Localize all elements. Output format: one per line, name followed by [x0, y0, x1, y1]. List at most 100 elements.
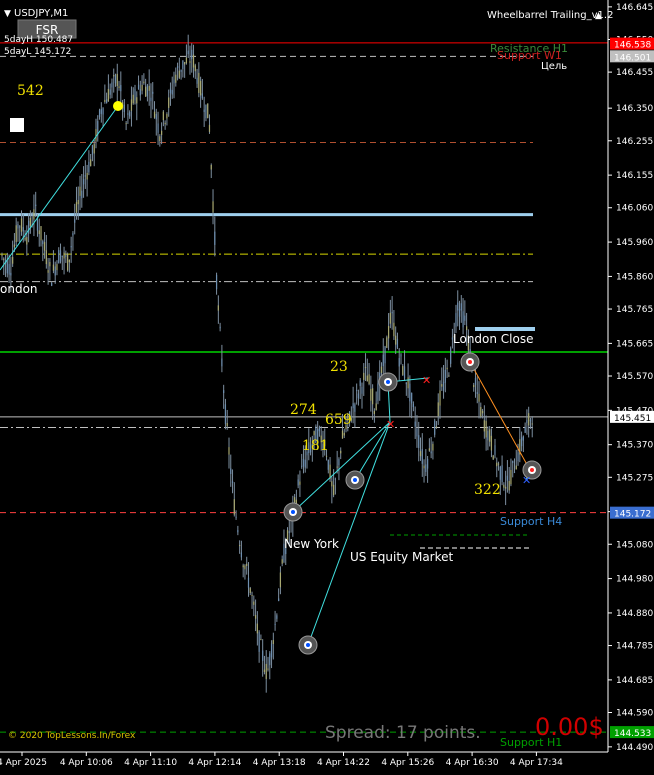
candle-body	[81, 190, 83, 199]
candle-body	[111, 82, 113, 88]
candle-body	[396, 338, 399, 348]
candle-body	[254, 615, 257, 619]
support-h4-label: Support H4	[500, 515, 562, 528]
london-label: ondon	[0, 282, 38, 296]
candle-body	[155, 113, 157, 120]
price-tag-label: 145.451	[614, 414, 651, 424]
candle-body	[91, 145, 94, 155]
checkbox[interactable]	[10, 118, 24, 132]
price-tag-label: 144.533	[614, 729, 651, 739]
candle-body	[267, 668, 269, 670]
candle-body	[184, 62, 186, 65]
candle-body	[421, 449, 423, 464]
candle-body	[340, 450, 342, 454]
candle-body	[458, 308, 461, 317]
candle-body	[200, 80, 202, 96]
candle-body	[54, 266, 56, 276]
candle-body	[508, 481, 510, 491]
candle-body	[192, 54, 195, 68]
candle-body	[212, 201, 214, 213]
candle-body	[226, 423, 228, 427]
candle-body	[45, 250, 47, 265]
london-close-label: London Close	[453, 332, 534, 346]
candle-body	[169, 88, 172, 94]
candle-body	[427, 458, 429, 469]
candle-body	[302, 458, 305, 467]
candle-body	[150, 97, 152, 102]
x-tick-label: 4 Apr 11:10	[124, 758, 177, 768]
candle-body	[503, 484, 505, 488]
candle-body	[485, 420, 487, 438]
x-tick-label: 4 Apr 2025	[0, 758, 47, 768]
candle-body	[63, 252, 65, 259]
candle-body	[393, 322, 395, 337]
candle-body	[166, 113, 168, 119]
candle-body	[494, 445, 496, 455]
candle-body	[492, 455, 494, 460]
candle-body	[47, 270, 49, 273]
candle-body	[207, 103, 209, 119]
candle-body	[90, 159, 92, 167]
y-tick-label: 144.590	[616, 709, 653, 719]
candle-body	[522, 436, 524, 441]
y-tick-label: 145.275	[616, 473, 653, 483]
candle-body	[246, 563, 248, 567]
candle-body	[244, 565, 246, 570]
candle-body	[251, 595, 253, 597]
candle-body	[22, 227, 24, 232]
indicator-arrow: ▲	[595, 11, 602, 21]
candle-body	[8, 264, 10, 275]
candle-body	[446, 367, 448, 370]
candle-body	[224, 404, 227, 424]
candle-body	[363, 372, 365, 380]
candle-body	[480, 407, 482, 417]
candle-body	[299, 481, 301, 485]
candle-body	[395, 335, 397, 345]
candle-body	[194, 65, 196, 72]
candle-body	[82, 178, 85, 185]
pip-label-23: 23	[330, 359, 348, 375]
candle-body	[370, 388, 372, 401]
candle-body	[185, 57, 188, 64]
candle-body	[19, 226, 21, 228]
candle-body	[98, 110, 101, 117]
candle-body	[104, 99, 106, 102]
candle-body	[79, 186, 81, 196]
candle-body	[191, 49, 193, 60]
y-tick-label: 144.785	[616, 642, 653, 652]
candle-body	[42, 241, 44, 245]
candle-body	[219, 326, 221, 329]
candle-body	[74, 219, 76, 223]
candle-body	[478, 393, 480, 402]
candle-body	[414, 421, 416, 427]
x-tick-label: 4 Apr 13:18	[253, 758, 306, 768]
candle-body	[407, 377, 409, 389]
candle-body	[203, 109, 205, 113]
candle-body	[233, 499, 235, 515]
candle-body	[127, 113, 129, 115]
candle-body	[501, 465, 503, 482]
candle-body	[442, 381, 445, 391]
spread-label: Spread: 17 points.	[325, 723, 481, 743]
candle-body	[513, 471, 516, 473]
five-day-high: 5dayH 150.487	[4, 35, 73, 45]
candle-body	[377, 383, 379, 401]
candle-body	[178, 70, 180, 78]
candle-body	[171, 90, 173, 95]
candle-body	[210, 164, 212, 170]
x-tick-label: 4 Apr 16:30	[446, 758, 499, 768]
candle-body	[51, 283, 53, 286]
candle-body	[389, 312, 391, 324]
candle-body	[176, 66, 179, 68]
candle-body	[231, 481, 234, 484]
candle-body	[214, 231, 216, 245]
candle-body	[352, 403, 354, 409]
candle-body	[70, 246, 72, 248]
candle-body	[153, 111, 156, 118]
marker-2	[298, 635, 318, 655]
candle-body	[141, 84, 143, 91]
candle-body	[129, 111, 131, 117]
candle-body	[26, 236, 28, 245]
candle-body	[134, 89, 136, 101]
x-mark-3: ✕	[522, 474, 531, 487]
